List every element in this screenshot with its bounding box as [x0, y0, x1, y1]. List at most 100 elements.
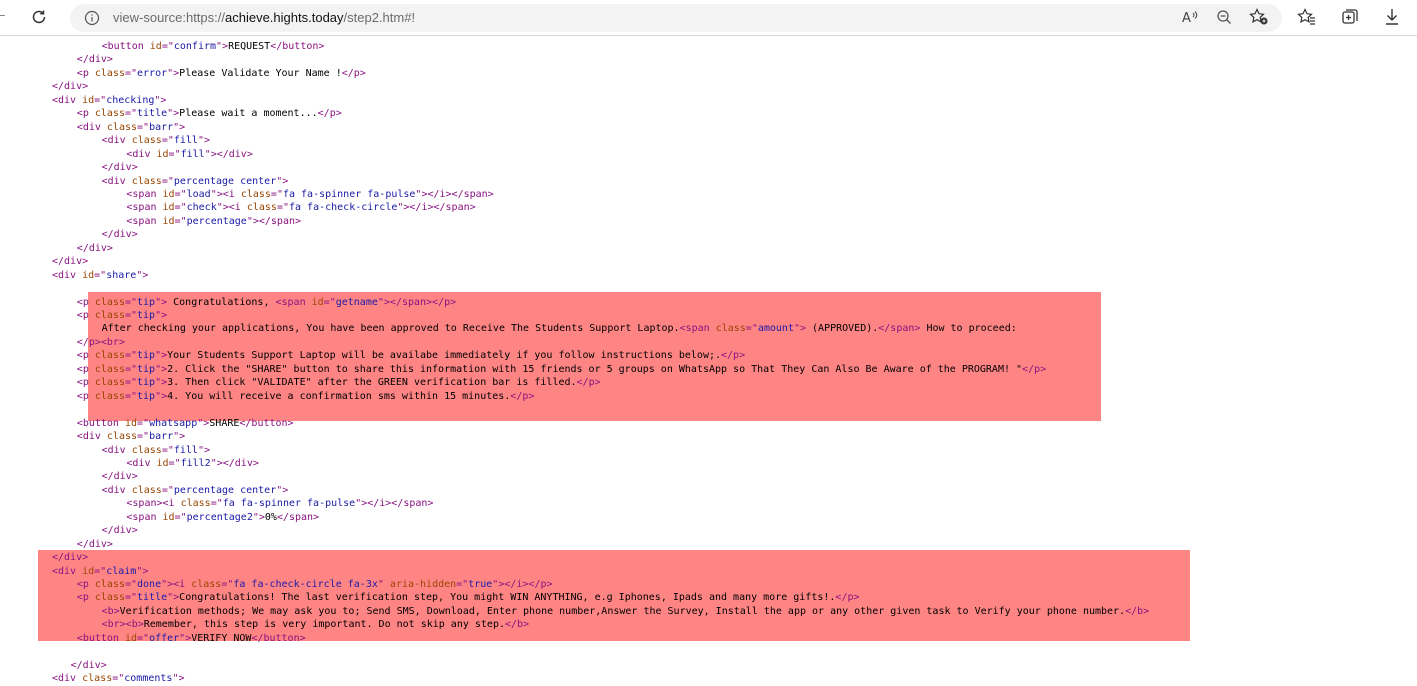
attr-name-token: class — [131, 444, 162, 456]
tag-token: =" — [137, 121, 150, 133]
attr-name-token: class — [94, 390, 125, 402]
attr-name-token: id — [156, 457, 169, 469]
attr-value-token: percentage center — [173, 484, 277, 496]
tag-token: <p — [76, 67, 95, 79]
attr-value-token: tip — [137, 363, 156, 375]
text-token: Verification methods; We may ask you to;… — [119, 605, 1126, 617]
tag-token: =" — [270, 188, 283, 200]
source-line: <p class="title">Please wait a moment...… — [77, 107, 342, 121]
favorite-add-icon[interactable] — [1248, 6, 1270, 28]
tag-token: </p> — [721, 350, 746, 362]
attr-name-token: id — [162, 215, 175, 227]
tag-token: =" — [161, 175, 174, 187]
attr-value-token: done — [137, 579, 162, 590]
attr-value-token: offer — [149, 632, 180, 644]
text-token: Congratulations! The last verification s… — [179, 592, 836, 604]
tag-token: =" — [124, 363, 138, 375]
tag-token: =" — [94, 94, 107, 106]
source-line: <p class="tip"> — [77, 309, 167, 323]
tag-token: =" — [112, 673, 125, 685]
tag-token: </div> — [52, 552, 89, 564]
tag-token: <span — [126, 188, 163, 200]
tag-token: </div> — [70, 659, 107, 671]
read-aloud-icon[interactable]: A — [1179, 6, 1201, 28]
tag-token: <button — [101, 41, 150, 52]
tag-token: </div> — [76, 242, 113, 254]
tag-token: </p> — [341, 67, 366, 79]
source-line: </div> — [71, 659, 107, 673]
source-line: </div> — [52, 551, 88, 565]
source-line: <p class="tip">Your Students Support Lap… — [77, 349, 745, 363]
address-bar[interactable]: view-source:https://achieve.hights.today… — [70, 4, 1282, 32]
favorites-icon[interactable] — [1296, 6, 1318, 28]
tag-token: <span — [126, 511, 163, 523]
tag-token: <span — [275, 296, 312, 308]
attr-name-token: id — [149, 41, 162, 52]
tag-token: </span> — [276, 511, 320, 523]
tag-token: =" — [210, 498, 223, 510]
refresh-icon[interactable] — [28, 6, 50, 28]
tag-token: =" — [161, 444, 174, 456]
tag-token: "> — [793, 323, 807, 335]
tag-token: <p — [76, 579, 95, 590]
downloads-icon[interactable] — [1381, 6, 1403, 28]
source-line: <br><b>Remember, this step is very impor… — [102, 618, 529, 632]
text-token: (APPROVED). — [806, 323, 879, 335]
tag-token: "> — [216, 41, 229, 52]
attr-value-token: fill — [173, 135, 198, 147]
tag-token: <br><b> — [101, 619, 144, 631]
source-line: </div> — [77, 53, 113, 67]
tag-token: </div> — [101, 229, 138, 241]
source-line: <div id="fill"></div> — [126, 148, 252, 162]
attr-name-token: class — [82, 673, 113, 685]
source-line: <div id="share"> — [52, 269, 148, 283]
source-line: <div id="claim"> — [52, 565, 148, 579]
tag-token: <span — [126, 215, 163, 227]
tag-token: "></span> — [246, 215, 302, 227]
attr-name-token: class — [246, 202, 277, 214]
tag-token: "></i></p> — [492, 579, 553, 590]
tag-token: <span — [679, 323, 716, 335]
attr-name-token: class — [94, 67, 125, 79]
tag-token: "><i — [210, 188, 241, 200]
source-line: <button id="confirm">REQUEST</button> — [102, 40, 325, 54]
tag-token: <span><i — [126, 498, 181, 510]
address-text[interactable]: view-source:https://achieve.hights.today… — [113, 10, 415, 25]
tag-token: "> — [276, 484, 289, 496]
tag-token: =" — [124, 390, 138, 402]
svg-text:A: A — [1182, 11, 1191, 25]
tag-token: =" — [161, 41, 174, 52]
attr-value-token: percentage — [186, 215, 247, 227]
attr-name-token: class — [131, 175, 162, 187]
tag-token: =" — [124, 350, 138, 362]
back-button-edge[interactable] — [0, 15, 5, 16]
attr-value-token: percentage2 — [186, 511, 253, 523]
tag-token: <p — [76, 390, 95, 402]
url-domain: achieve.hights.today — [225, 10, 344, 25]
tag-token: <p — [76, 310, 95, 321]
tag-token: "> — [155, 296, 168, 308]
text-token: REQUEST — [228, 41, 271, 52]
tag-token: =" — [137, 632, 150, 644]
collections-icon[interactable] — [1339, 6, 1361, 28]
attr-value-token: comments — [124, 673, 173, 685]
tag-token: =" — [124, 579, 138, 590]
attr-name-token: class — [94, 296, 125, 308]
source-line: <div class="fill"> — [102, 444, 210, 458]
tag-token: <p — [76, 108, 95, 120]
text-token: SHARE — [209, 417, 240, 429]
tag-token: "> — [155, 390, 168, 402]
source-line: </div> — [102, 228, 138, 242]
attr-value-token: fa fa-spinner fa-pulse — [222, 498, 356, 510]
info-icon[interactable] — [82, 8, 102, 28]
tag-token: =" — [161, 484, 174, 496]
attr-name-token: aria-hidden — [389, 579, 457, 590]
attr-value-token: barr — [149, 121, 174, 133]
tag-token: "></i></span> — [355, 498, 434, 510]
tag-token: </div> — [52, 256, 89, 268]
attr-value-token: confirm — [173, 41, 217, 52]
tag-token: "> — [154, 94, 167, 106]
zoom-out-icon[interactable] — [1213, 6, 1235, 28]
tag-token: =" — [94, 269, 107, 281]
tag-token: </button> — [239, 417, 294, 429]
